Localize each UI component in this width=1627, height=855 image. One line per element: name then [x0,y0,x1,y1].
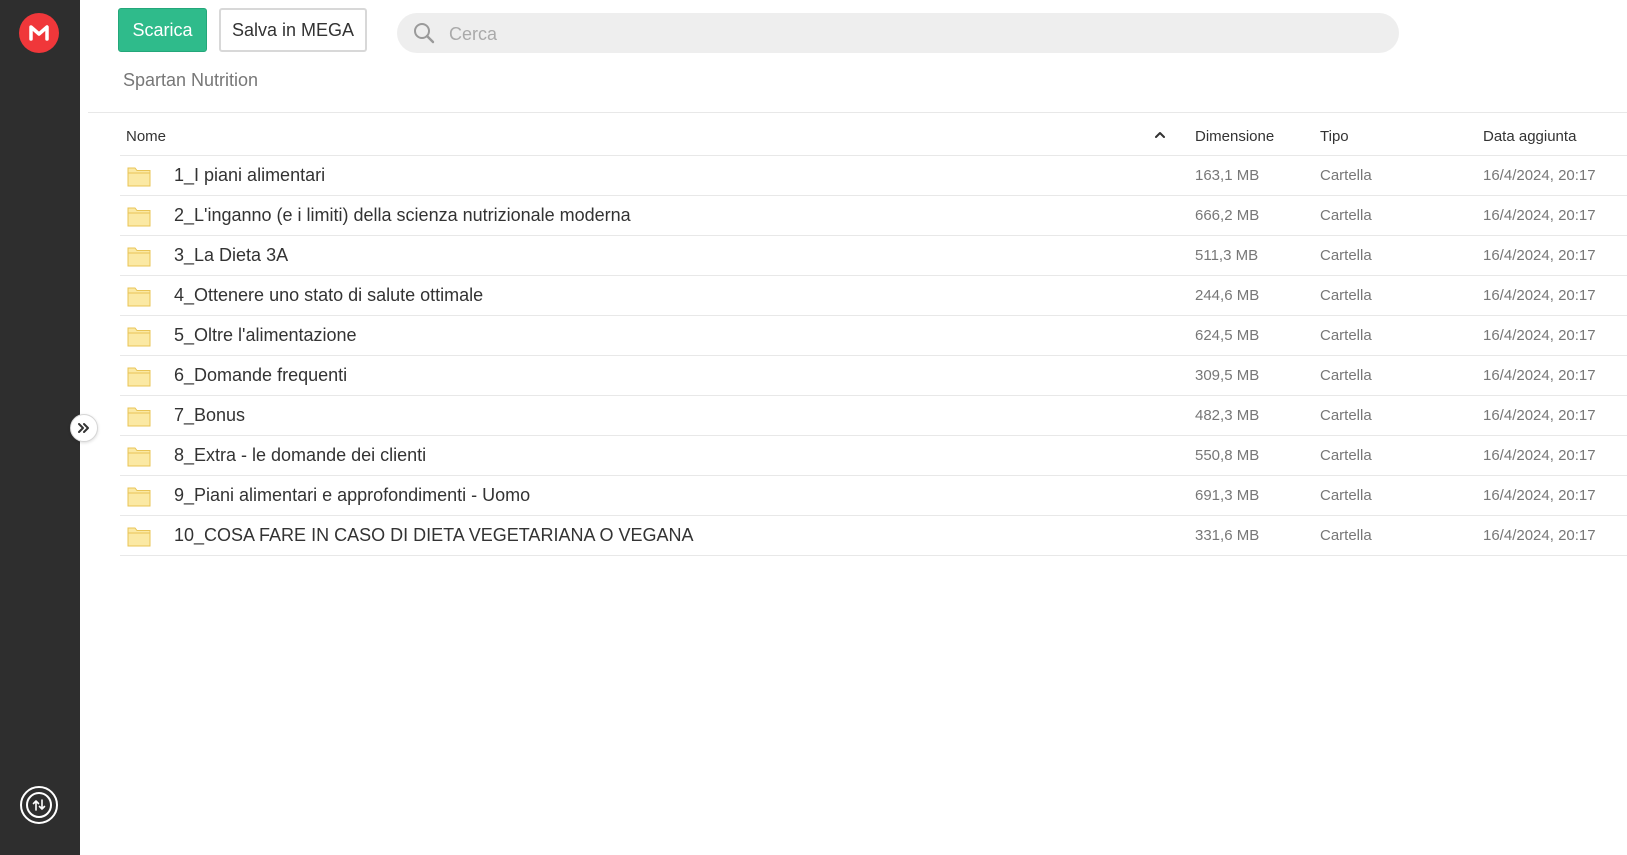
transfer-manager-button[interactable] [20,786,58,824]
row-date: 16/4/2024, 20:17 [1483,287,1596,304]
row-type: Cartella [1320,327,1372,344]
search-bar[interactable] [397,13,1399,55]
row-size: 550,8 MB [1195,447,1260,464]
row-name[interactable]: 5_Oltre l'alimentazione [174,325,357,346]
row-name[interactable]: 6_Domande frequenti [174,365,347,386]
table-row[interactable]: 8_Extra - le domande dei clienti 550,8 M… [120,436,1627,476]
column-header-type[interactable]: Tipo [1320,128,1349,145]
download-button[interactable]: Scarica [118,8,207,52]
column-header-date[interactable]: Data aggiunta [1483,128,1576,145]
table-row[interactable]: 9_Piani alimentari e approfondimenti - U… [120,476,1627,516]
table-row[interactable]: 10_COSA FARE IN CASO DI DIETA VEGETARIAN… [120,516,1627,556]
row-size: 309,5 MB [1195,367,1260,384]
table-row[interactable]: 2_L'inganno (e i limiti) della scienza n… [120,196,1627,236]
expand-sidebar-button[interactable] [70,414,98,442]
save-to-mega-button[interactable]: Salva in MEGA [219,8,367,52]
folder-icon [127,327,151,347]
row-date: 16/4/2024, 20:17 [1483,407,1596,424]
row-date: 16/4/2024, 20:17 [1483,167,1596,184]
table-row[interactable]: 3_La Dieta 3A 511,3 MB Cartella 16/4/202… [120,236,1627,276]
row-size: 691,3 MB [1195,487,1260,504]
table-row[interactable]: 6_Domande frequenti 309,5 MB Cartella 16… [120,356,1627,396]
row-size: 244,6 MB [1195,287,1260,304]
row-name[interactable]: 9_Piani alimentari e approfondimenti - U… [174,485,530,506]
row-date: 16/4/2024, 20:17 [1483,247,1596,264]
table-row[interactable]: 5_Oltre l'alimentazione 624,5 MB Cartell… [120,316,1627,356]
folder-icon [127,167,151,187]
column-header-size[interactable]: Dimensione [1195,128,1274,145]
folder-icon [127,487,151,507]
row-size: 624,5 MB [1195,327,1260,344]
row-size: 482,3 MB [1195,407,1260,424]
row-type: Cartella [1320,487,1372,504]
row-date: 16/4/2024, 20:17 [1483,527,1596,544]
row-name[interactable]: 8_Extra - le domande dei clienti [174,445,426,466]
folder-icon [127,367,151,387]
row-name[interactable]: 10_COSA FARE IN CASO DI DIETA VEGETARIAN… [174,525,694,546]
row-type: Cartella [1320,207,1372,224]
row-date: 16/4/2024, 20:17 [1483,447,1596,464]
sidebar [0,0,80,855]
row-type: Cartella [1320,447,1372,464]
row-size: 511,3 MB [1195,247,1259,264]
row-type: Cartella [1320,367,1372,384]
folder-icon [127,447,151,467]
folder-icon [127,247,151,267]
row-type: Cartella [1320,287,1372,304]
row-name[interactable]: 7_Bonus [174,405,245,426]
folder-icon [127,207,151,227]
sort-ascending-icon[interactable] [1154,130,1166,138]
row-size: 163,1 MB [1195,167,1260,184]
row-date: 16/4/2024, 20:17 [1483,207,1596,224]
table-row[interactable]: 1_I piani alimentari 163,1 MB Cartella 1… [120,156,1627,196]
folder-icon [127,287,151,307]
table-header: Nome Dimensione Tipo Data aggiunta [120,118,1627,156]
folder-icon [127,527,151,547]
mega-logo-icon[interactable] [19,13,59,53]
breadcrumb[interactable]: Spartan Nutrition [123,70,258,91]
row-date: 16/4/2024, 20:17 [1483,487,1596,504]
row-name[interactable]: 4_Ottenere uno stato di salute ottimale [174,285,483,306]
search-input[interactable] [447,13,1381,55]
row-type: Cartella [1320,167,1372,184]
row-type: Cartella [1320,247,1372,264]
row-date: 16/4/2024, 20:17 [1483,327,1596,344]
column-header-name[interactable]: Nome [126,128,166,145]
row-size: 666,2 MB [1195,207,1260,224]
table-row[interactable]: 4_Ottenere uno stato di salute ottimale … [120,276,1627,316]
row-type: Cartella [1320,527,1372,544]
folder-icon [127,407,151,427]
row-type: Cartella [1320,407,1372,424]
file-list: 1_I piani alimentari 163,1 MB Cartella 1… [120,156,1627,556]
double-chevron-right-icon [78,423,89,433]
row-date: 16/4/2024, 20:17 [1483,367,1596,384]
row-size: 331,6 MB [1195,527,1260,544]
search-icon [414,23,435,44]
row-name[interactable]: 1_I piani alimentari [174,165,325,186]
row-name[interactable]: 2_L'inganno (e i limiti) della scienza n… [174,205,631,226]
table-row[interactable]: 7_Bonus 482,3 MB Cartella 16/4/2024, 20:… [120,396,1627,436]
divider [88,112,1627,113]
transfer-arrows-icon [26,792,52,818]
row-name[interactable]: 3_La Dieta 3A [174,245,288,266]
